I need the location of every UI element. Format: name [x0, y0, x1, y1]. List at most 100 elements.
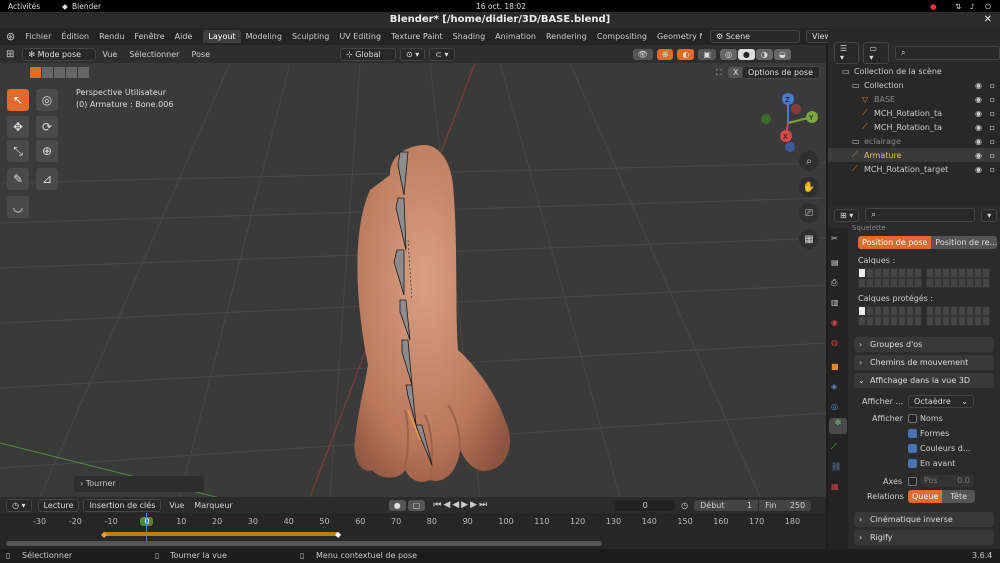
layer-cell[interactable] [906, 278, 914, 288]
layer-cell[interactable] [942, 278, 950, 288]
layer-cell[interactable] [866, 278, 874, 288]
relax-tool[interactable]: ◡ [7, 196, 29, 218]
frame-ruler[interactable]: -30-20-100102030405060708090100110120130… [0, 515, 826, 529]
current-frame-field[interactable]: 0 [615, 499, 676, 511]
camera-icon[interactable]: ▫ [990, 165, 995, 174]
select-box-tool[interactable]: ↖ [7, 89, 29, 111]
shading-rendered-icon[interactable]: ◒ [773, 48, 791, 60]
select-extend-icon[interactable] [42, 67, 53, 78]
clock-icon[interactable]: ◷ [681, 501, 688, 510]
layer-cell[interactable] [982, 268, 990, 278]
outliner-row[interactable]: ⟋ Armature ◉ ▫ [828, 148, 1000, 162]
shading-material-icon[interactable]: ◑ [755, 48, 773, 60]
activities-button[interactable]: Activités [8, 2, 40, 11]
pose-options-dropdown[interactable]: Options de pose [742, 66, 820, 79]
rotate-tool[interactable]: ⟳ [36, 116, 58, 138]
properties-type-icon[interactable]: ⊞ ▾ [834, 208, 860, 222]
layer-cell[interactable] [926, 316, 934, 326]
view-layer-tab-icon[interactable]: ▥ [831, 298, 839, 307]
layer-cell[interactable] [890, 306, 898, 316]
lecture-menu[interactable]: Lecture [37, 498, 80, 512]
tab-rendering[interactable]: Rendering [541, 30, 592, 43]
render-tab-icon[interactable]: ▤ [831, 258, 839, 267]
eye-icon[interactable]: ◉ [975, 137, 982, 146]
layer-cell[interactable] [966, 268, 974, 278]
select-invert-icon[interactable] [66, 67, 77, 78]
object-tab-icon[interactable]: ■ [831, 362, 839, 371]
outliner-row[interactable]: ⟋ MCH_Rotation_ta ◉ ▫ [828, 106, 1000, 120]
layer-cell[interactable] [874, 278, 882, 288]
shading-solid-icon[interactable]: ● [737, 48, 755, 60]
layer-cell[interactable] [866, 268, 874, 278]
layer-cell[interactable] [958, 306, 966, 316]
show-shapes-checkbox[interactable] [908, 429, 917, 438]
annotate-tool[interactable]: ✎ [7, 168, 29, 190]
outliner-type-icon[interactable]: ☰ ▾ [834, 42, 860, 64]
properties-options-icon[interactable]: ▾ [981, 208, 998, 222]
tab-compositing[interactable]: Compositing [592, 30, 652, 43]
mode-selector[interactable]: ✻ Mode pose [22, 47, 97, 61]
world-tab-icon[interactable]: ◍ [831, 338, 838, 347]
layer-cell[interactable] [926, 278, 934, 288]
armature-data-tab-icon[interactable]: ✻ [829, 418, 847, 434]
tab-animation[interactable]: Animation [490, 30, 541, 43]
tab-uv-editing[interactable]: UV Editing [334, 30, 386, 43]
timeline[interactable]: ◷ ▾ Lecture Insertion de clés Vue Marque… [0, 497, 826, 549]
layer-cell[interactable] [934, 316, 942, 326]
layer-cell[interactable] [942, 306, 950, 316]
menu-aide[interactable]: Aide [170, 32, 198, 41]
outliner-row[interactable]: ▭ Collection de la scène [828, 64, 1000, 78]
select-new-icon[interactable] [30, 67, 41, 78]
layer-cell[interactable] [982, 306, 990, 316]
layer-cell[interactable] [966, 316, 974, 326]
menu-fichier[interactable]: Fichier [20, 32, 56, 41]
measure-tool[interactable]: ⊿ [36, 168, 58, 190]
cursor-tool[interactable]: ◎ [36, 89, 58, 111]
menu-pose[interactable]: Pose [185, 50, 216, 59]
layer-cell[interactable] [958, 268, 966, 278]
bone-layers-grid[interactable] [858, 268, 994, 290]
layer-cell[interactable] [874, 316, 882, 326]
layer-cell[interactable] [934, 268, 942, 278]
outliner-row[interactable]: ▽ BASE ◉ ▫ [828, 92, 1000, 106]
transform-tool[interactable]: ⊕ [36, 140, 58, 162]
panel-groupes-os[interactable]: › Groupes d'os [854, 337, 994, 352]
app-name[interactable]: Blender [72, 2, 101, 11]
outliner-search-input[interactable]: ⌕ [895, 46, 1000, 60]
camera-icon[interactable]: ▫ [990, 95, 995, 104]
bone-tab-icon[interactable]: ⟋ [831, 442, 837, 452]
marqueur-menu[interactable]: Marqueur [194, 501, 232, 510]
axes-position-field[interactable]: Pos 0.0 [920, 475, 974, 487]
tab-modeling[interactable]: Modeling [241, 30, 287, 43]
scene-tab-icon[interactable]: ◉ [831, 318, 838, 327]
keyframe-icon[interactable]: ◆ [101, 530, 107, 539]
power-icon[interactable]: ⏻ [985, 2, 991, 12]
panel-chemins-mouvement[interactable]: › Chemins de mouvement [854, 355, 994, 370]
armature-bones[interactable] [380, 140, 460, 480]
snap-selector[interactable]: ⊂ ▾ [429, 47, 455, 61]
outliner-row[interactable]: ▭ Collection ◉ ▫ [828, 78, 1000, 92]
layer-cell[interactable] [914, 278, 922, 288]
layer-cell[interactable] [874, 268, 882, 278]
layer-cell[interactable] [966, 278, 974, 288]
overlay-toggle-icon[interactable]: ◐ [677, 48, 695, 60]
eye-icon[interactable]: ◉ [975, 165, 982, 174]
layer-cell[interactable] [914, 268, 922, 278]
layer-cell[interactable] [890, 278, 898, 288]
layer-cell[interactable] [926, 306, 934, 316]
select-intersect-icon[interactable] [78, 67, 89, 78]
layer-cell[interactable] [966, 306, 974, 316]
tab-sculpting[interactable]: Sculpting [287, 30, 334, 43]
show-axes-checkbox[interactable] [908, 477, 917, 486]
insertion-menu[interactable]: Insertion de clés [83, 498, 162, 512]
navigation-gizmo[interactable]: Y Z X [756, 91, 820, 155]
layer-cell[interactable] [914, 306, 922, 316]
show-colors-checkbox[interactable] [908, 444, 917, 453]
hand-icon[interactable]: ✋ [799, 177, 819, 197]
last-operator-panel[interactable]: › Tourner [74, 476, 204, 492]
pivot-selector[interactable]: ⊙ ▾ [400, 47, 426, 61]
rest-position-button[interactable]: Position de re... [931, 236, 998, 249]
shading-wire-icon[interactable]: ◎ [719, 48, 737, 60]
3d-viewport[interactable]: ⊞ ✻ Mode pose Vue Sélectionner Pose ⊹ Gl… [0, 45, 826, 497]
layer-cell[interactable] [942, 316, 950, 326]
